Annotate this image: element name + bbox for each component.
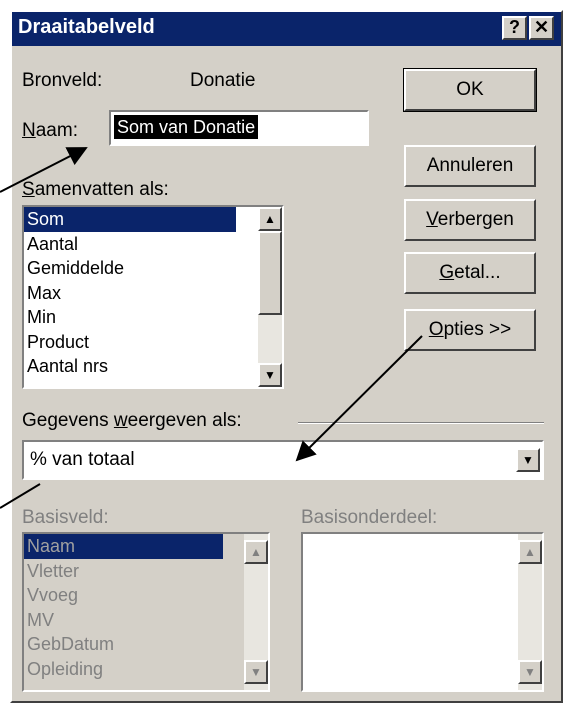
help-button[interactable]: ? — [502, 16, 527, 40]
source-field-value: Donatie — [190, 70, 256, 91]
list-item[interactable]: GebDatum — [24, 632, 268, 657]
summarize-list[interactable]: Som Aantal Gemiddelde Max Min Product Aa… — [22, 205, 284, 389]
scroll-thumb[interactable] — [258, 231, 282, 315]
show-data-as-label: Gegevens weergeven als: — [22, 410, 242, 431]
scroll-down-icon[interactable]: ▼ — [258, 363, 282, 387]
list-item[interactable]: Opleiding — [24, 657, 268, 682]
scroll-up-icon[interactable]: ▲ — [244, 540, 268, 564]
cancel-button[interactable]: Annuleren — [404, 145, 536, 187]
name-input-value: Som van Donatie — [114, 115, 259, 139]
show-data-as-value: % van totaal — [30, 449, 135, 470]
close-button[interactable]: ✕ — [529, 16, 554, 40]
list-item[interactable]: Aantal nrs — [24, 354, 282, 379]
scroll-up-icon[interactable]: ▲ — [258, 207, 282, 231]
scroll-down-icon[interactable]: ▼ — [518, 660, 542, 684]
list-item[interactable]: Vvoeg — [24, 583, 268, 608]
ok-button[interactable]: OK — [403, 68, 537, 112]
dialog-title: Draaitabelveld — [18, 16, 155, 38]
list-item[interactable]: Min — [24, 305, 282, 330]
source-field-label: Bronveld: — [22, 70, 103, 91]
list-item[interactable]: MV — [24, 608, 268, 633]
pivot-field-dialog: Draaitabelveld ? ✕ Bronveld: Donatie Naa… — [10, 10, 563, 703]
base-field-scrollbar[interactable]: ▲ ▼ — [244, 534, 268, 690]
base-item-scrollbar[interactable]: ▲ ▼ — [518, 534, 542, 690]
list-item[interactable]: Product — [24, 330, 282, 355]
base-item-list[interactable]: ▲ ▼ — [301, 532, 544, 692]
scroll-down-icon[interactable]: ▼ — [244, 660, 268, 684]
name-input[interactable]: Som van Donatie — [109, 110, 369, 146]
base-field-label: Basisveld: — [22, 507, 109, 528]
title-bar[interactable]: Draaitabelveld ? ✕ — [12, 12, 561, 46]
hide-button[interactable]: Verbergen — [404, 199, 536, 241]
separator-line — [298, 422, 544, 424]
options-button[interactable]: Opties >> — [404, 309, 536, 351]
list-item[interactable]: Vletter — [24, 559, 268, 584]
scroll-up-icon[interactable]: ▲ — [518, 540, 542, 564]
summarize-label: Samenvatten als: — [22, 179, 169, 200]
dropdown-arrow-icon[interactable]: ▼ — [516, 448, 540, 472]
number-format-button[interactable]: Getal... — [404, 252, 536, 294]
base-field-list[interactable]: Naam Vletter Vvoeg MV GebDatum Opleiding… — [22, 532, 270, 692]
name-label: Naam: — [22, 120, 78, 141]
list-item[interactable]: Gemiddelde — [24, 256, 282, 281]
list-item[interactable]: Max — [24, 281, 282, 306]
show-data-as-select[interactable]: % van totaal ▼ — [22, 440, 544, 480]
list-item[interactable]: Aantal — [24, 232, 282, 257]
base-item-label: Basisonderdeel: — [301, 507, 438, 528]
list-item[interactable]: Naam — [24, 534, 223, 559]
summarize-scrollbar[interactable]: ▲ ▼ — [258, 207, 282, 387]
list-item[interactable]: Som — [24, 207, 236, 232]
